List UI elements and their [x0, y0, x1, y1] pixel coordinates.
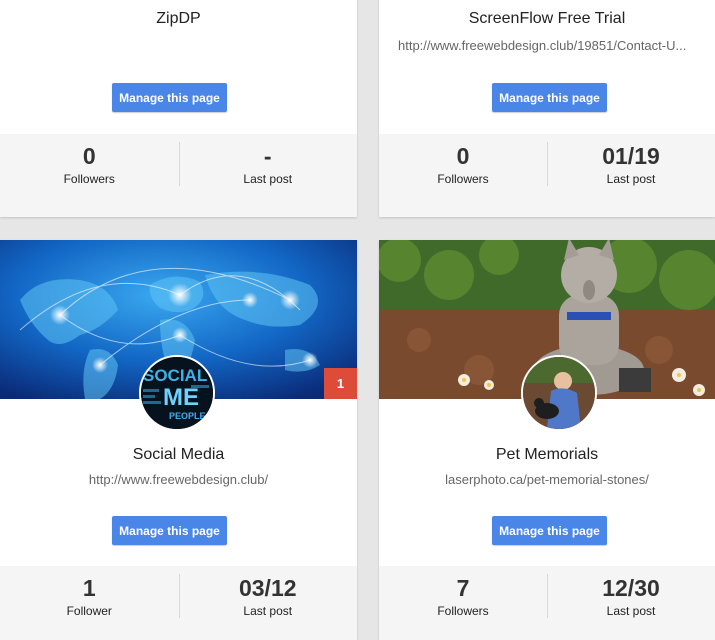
avatar-word-people: PEOPLE [169, 411, 206, 421]
followers-count: 1 [82, 575, 96, 601]
followers-stat: 7 Followers [379, 566, 547, 640]
page-url-link[interactable]: http://www.freewebdesign.club/ [0, 472, 357, 487]
followers-count: 0 [82, 143, 96, 169]
last-post-label: Last post [243, 172, 293, 186]
last-post-stat: 12/30 Last post [547, 566, 715, 640]
page-url-link[interactable]: http://www.freewebdesign.club/19851/Cont… [398, 38, 715, 53]
followers-count: 0 [456, 143, 470, 169]
avatar-word-social: SOCIAL [143, 366, 207, 385]
last-post-label: Last post [606, 604, 656, 618]
page-card-screenflow: ScreenFlow Free Trial http://www.freeweb… [379, 0, 715, 217]
followers-label: Follower [66, 604, 112, 618]
page-stats: 7 Followers 12/30 Last post [379, 566, 715, 640]
page-avatar: SOCIAL ME PEOPLE [139, 355, 215, 431]
followers-label: Followers [437, 604, 489, 618]
followers-count: 7 [456, 575, 470, 601]
last-post-stat: 03/12 Last post [178, 566, 358, 640]
manage-page-button[interactable]: Manage this page [112, 83, 227, 112]
last-post-value: 01/19 [602, 143, 660, 169]
page-title: Social Media [132, 446, 225, 463]
page-avatar [521, 355, 597, 431]
last-post-value: - [263, 143, 272, 169]
last-post-value: 12/30 [602, 575, 660, 601]
followers-stat: 0 Followers [379, 134, 547, 217]
page-stats: 0 Followers - Last post [0, 134, 357, 217]
notification-badge[interactable]: 1 [324, 368, 357, 399]
page-title: Pet Memorials [495, 446, 599, 463]
last-post-stat: - Last post [178, 134, 358, 217]
followers-label: Followers [63, 172, 115, 186]
followers-stat: 0 Followers [0, 134, 179, 217]
page-url-link[interactable]: laserphoto.ca/pet-memorial-stones/ [379, 472, 715, 487]
last-post-stat: 01/19 Last post [547, 134, 715, 217]
last-post-label: Last post [606, 172, 656, 186]
page-card-zipdp: ZipDP Manage this page 0 Followers - Las… [0, 0, 357, 217]
social-media-word-cloud: SOCIAL ME PEOPLE [141, 357, 213, 429]
page-stats: 1 Follower 03/12 Last post [0, 566, 357, 640]
last-post-label: Last post [243, 604, 293, 618]
page-card-pet-memorials: Pet Memorials laserphoto.ca/pet-memorial… [379, 240, 715, 640]
manage-page-button[interactable]: Manage this page [492, 516, 607, 545]
followers-label: Followers [437, 172, 489, 186]
manage-page-button[interactable]: Manage this page [492, 83, 607, 112]
manage-page-button[interactable]: Manage this page [112, 516, 227, 545]
page-title: ZipDP [156, 10, 201, 27]
followers-stat: 1 Follower [0, 566, 179, 640]
man-with-dog-photo [523, 357, 595, 429]
avatar-word-me: ME [163, 384, 199, 411]
page-card-social-media: SOCIAL ME PEOPLE 1 Social Media http://w… [0, 240, 357, 640]
page-stats: 0 Followers 01/19 Last post [379, 134, 715, 217]
last-post-value: 03/12 [238, 575, 297, 601]
page-title: ScreenFlow Free Trial [468, 10, 626, 27]
